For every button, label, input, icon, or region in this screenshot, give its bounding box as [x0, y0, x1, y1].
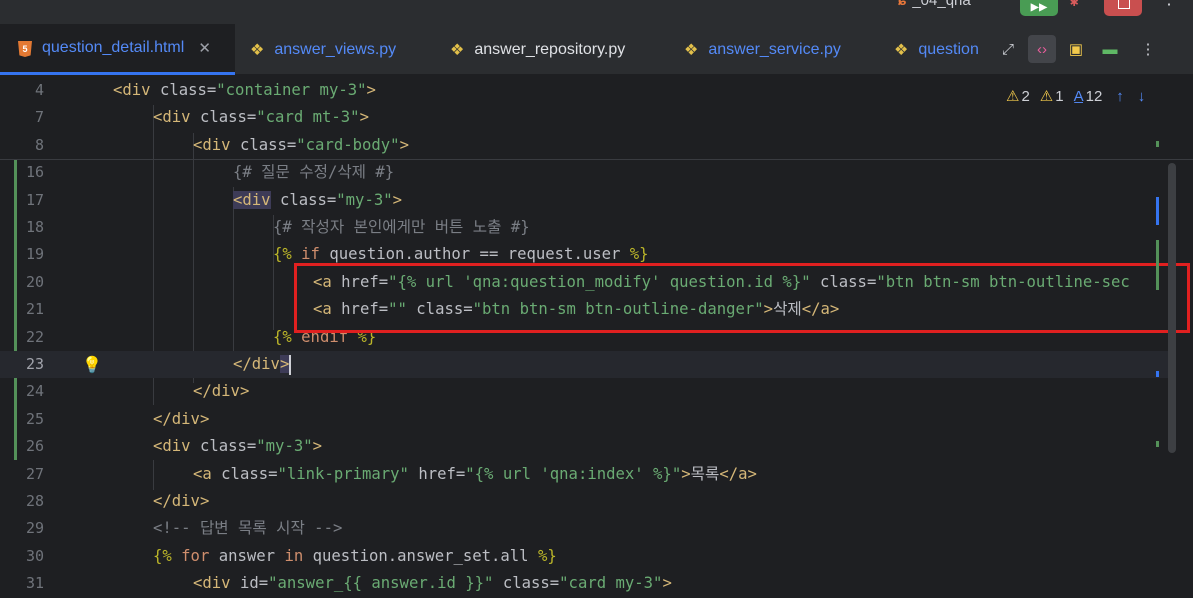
- code-line[interactable]: 30 {% for answer in question.answer_set.…: [0, 543, 1170, 570]
- code-line[interactable]: 26 <div class="my-3">: [0, 433, 1170, 460]
- change-marker: [1156, 240, 1159, 290]
- line-number: 8: [34, 135, 44, 154]
- code-line[interactable]: 31 <div id="answer_{{ answer.id }}" clas…: [0, 570, 1170, 597]
- change-marker: [1156, 441, 1159, 447]
- line-number: 18: [25, 218, 44, 236]
- code-line[interactable]: 8 <div class="card-body">: [0, 132, 1170, 159]
- highlight-box: [294, 263, 1190, 333]
- close-icon[interactable]: ✕: [198, 39, 211, 57]
- line-number: 31: [25, 574, 44, 593]
- code-line[interactable]: 29 <!-- 답변 목록 시작 -->: [0, 515, 1170, 542]
- line-number: 20: [25, 272, 44, 291]
- python-icon: ❖: [684, 41, 699, 59]
- stop-button[interactable]: [1104, 0, 1142, 16]
- code-line[interactable]: 24 </div>: [0, 378, 1170, 405]
- code-line[interactable]: 25 </div>: [0, 406, 1170, 433]
- more-icon[interactable]: ⋮: [1160, 0, 1178, 9]
- line-number: 19: [25, 245, 44, 264]
- line-number: 23: [25, 355, 44, 373]
- python-icon: ❖: [894, 41, 909, 59]
- tab-answer-repository-py[interactable]: ❖ answer_repository.py: [450, 24, 625, 75]
- code-editor[interactable]: ⚠ 2 ⚠ 1 A̲ 12 ↑ ↓ 4 <div class="container m…: [0, 75, 1193, 592]
- tab-label: answer_service.py: [708, 40, 841, 58]
- tab-answer-views-py[interactable]: ❖ answer_views.py: [250, 24, 396, 75]
- code-view-icon[interactable]: ‹›: [1028, 35, 1056, 63]
- line-number: 17: [25, 190, 44, 209]
- tab-options-icon[interactable]: ⋮: [1134, 35, 1162, 63]
- code-line[interactable]: 17 <div class="my-3">: [0, 187, 1170, 214]
- line-number: 22: [25, 327, 44, 346]
- text-cursor: [289, 354, 291, 375]
- project-selector[interactable]: ɕ _04_qna: [898, 0, 971, 9]
- stop-icon: [1118, 0, 1130, 9]
- line-number: 21: [25, 300, 44, 319]
- tab-question-detail-html[interactable]: 5 question_detail.html ✕: [0, 24, 235, 75]
- line-number: 7: [34, 108, 44, 127]
- python-icon: ❖: [250, 41, 265, 59]
- gitlab-icon: ɕ: [898, 0, 907, 9]
- expand-icon[interactable]: ⤢: [994, 35, 1022, 63]
- code-line[interactable]: 18 {# 작성자 본인에게만 버튼 노출 #}: [0, 214, 1170, 241]
- change-marker: [1156, 197, 1159, 225]
- line-number: 27: [25, 464, 44, 483]
- project-name: _04_qna: [912, 0, 971, 9]
- tab-answer-service-py[interactable]: ❖ answer_service.py: [684, 24, 841, 75]
- html5-icon: 5: [18, 39, 32, 57]
- run-button[interactable]: ▶▶: [1020, 0, 1058, 16]
- line-number: 30: [25, 546, 44, 565]
- code-line[interactable]: 16 {# 질문 수정/삭제 #}: [0, 159, 1170, 186]
- line-number: 28: [25, 492, 44, 510]
- current-code-line[interactable]: 23 💡 </div>: [0, 351, 1170, 379]
- line-number: 16: [25, 163, 44, 182]
- tab-label: answer_repository.py: [474, 40, 626, 58]
- tab-label: answer_views.py: [274, 40, 397, 58]
- line-number: 4: [34, 81, 44, 99]
- change-marker: [1156, 371, 1159, 377]
- line-number: 26: [25, 437, 44, 456]
- line-number: 25: [25, 409, 44, 428]
- tab-label: question_detail.html: [42, 39, 185, 56]
- vertical-scrollbar[interactable]: [1168, 163, 1176, 453]
- code-line[interactable]: 4 <div class="container my-3">: [0, 77, 1170, 104]
- code-line[interactable]: 28 </div>: [0, 488, 1170, 515]
- lightbulb-icon[interactable]: 💡: [82, 355, 102, 374]
- line-number: 24: [25, 382, 44, 401]
- preview-icon[interactable]: ▬: [1096, 35, 1124, 63]
- line-number: 29: [25, 519, 44, 538]
- tab-question-py[interactable]: ❖ question: [894, 24, 984, 75]
- python-icon: ❖: [450, 41, 465, 59]
- title-bar: ɕ _04_qna ▶▶ ✱ ⋮: [0, 0, 1193, 24]
- split-view-icon[interactable]: ▣: [1062, 35, 1090, 63]
- debug-icon[interactable]: ✱: [1070, 0, 1078, 10]
- editor-tab-bar: 5 question_detail.html ✕ ❖ answer_views.…: [0, 24, 1193, 75]
- code-line[interactable]: 27 <a class="link-primary" href="{% url …: [0, 461, 1170, 488]
- play-icon: ▶▶: [1030, 0, 1048, 15]
- change-marker: [1156, 141, 1159, 147]
- code-line[interactable]: 7 <div class="card mt-3">: [0, 104, 1170, 131]
- tab-label: question: [918, 40, 979, 58]
